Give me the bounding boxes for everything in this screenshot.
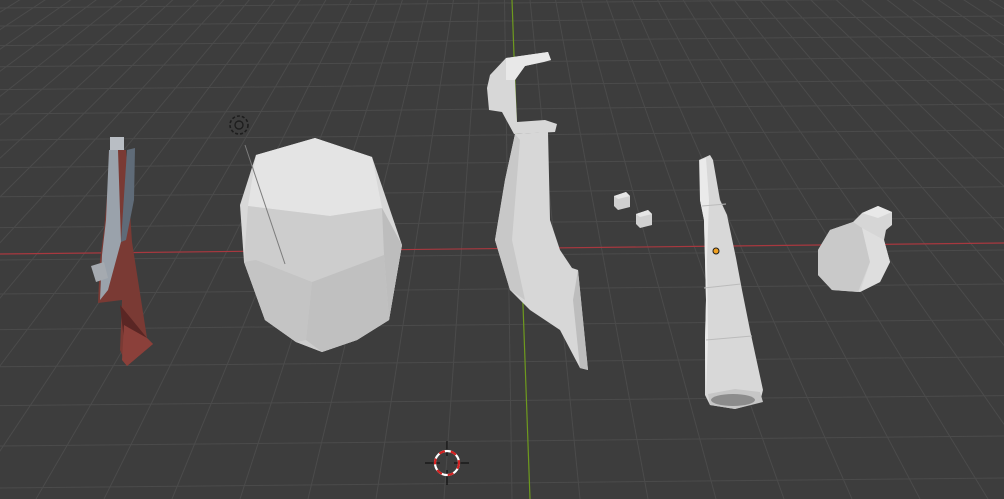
object-origin-icon — [712, 247, 720, 255]
spyglass[interactable] — [699, 155, 763, 409]
3d-viewport[interactable] — [0, 0, 1004, 499]
flintlock-pistol[interactable] — [91, 137, 153, 366]
cutlass[interactable] — [487, 52, 588, 370]
barrel[interactable] — [240, 138, 402, 352]
light-icon[interactable] — [229, 115, 249, 135]
small-cubes[interactable] — [614, 192, 652, 228]
